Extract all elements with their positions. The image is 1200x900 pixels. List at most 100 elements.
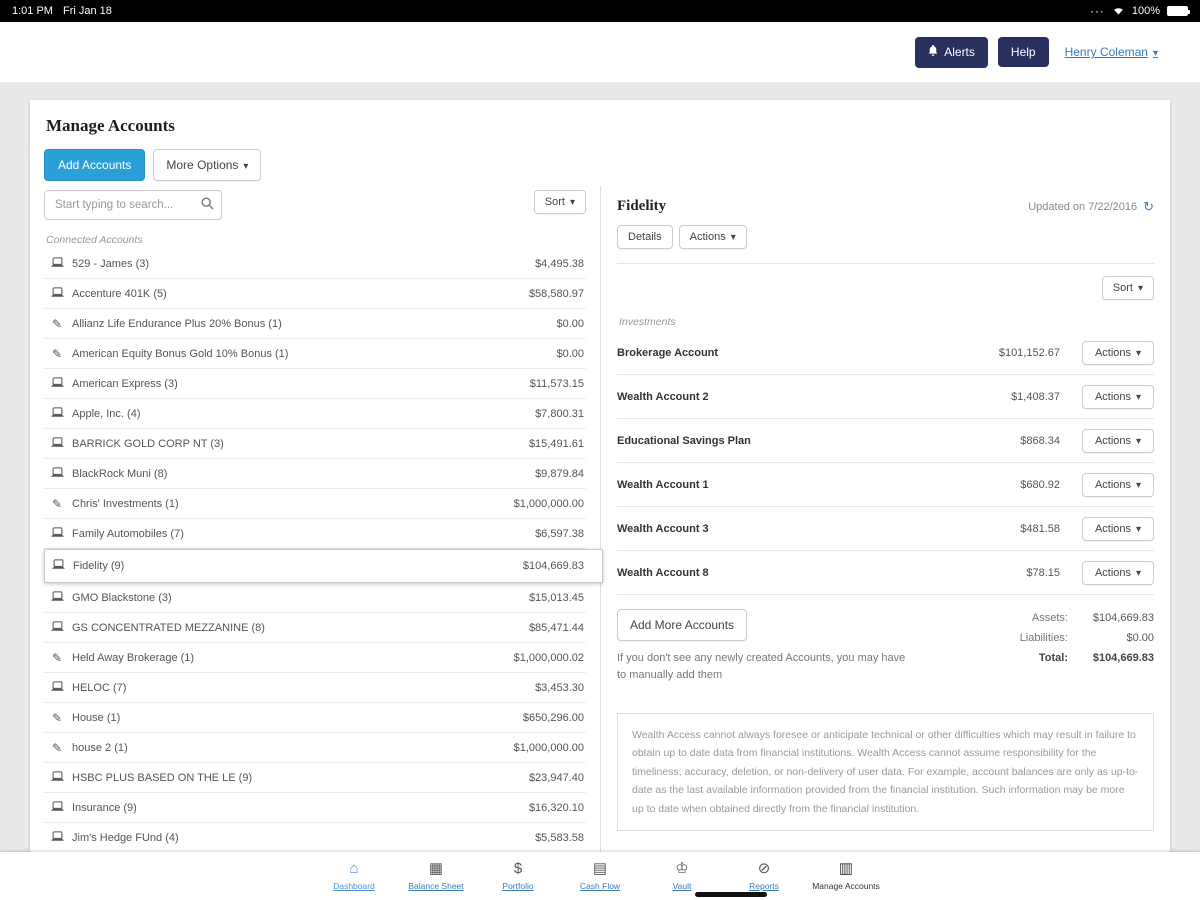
laptop-icon <box>51 559 66 573</box>
connected-accounts-label: Connected Accounts <box>46 234 586 246</box>
top-nav: Alerts Help Henry Coleman <box>0 22 1200 82</box>
footer-nav-item[interactable]: ♔ Vault <box>652 861 712 891</box>
search-input[interactable] <box>44 190 222 220</box>
caret-down-icon <box>1136 347 1141 359</box>
accounts-list: ✎ 529 - James (3) $4,495.38 ✎ <box>44 249 586 852</box>
add-more-accounts-button[interactable]: Add More Accounts <box>617 609 747 641</box>
account-balance: $58,580.97 <box>529 288 584 300</box>
investment-row: Brokerage Account $101,152.67 Actions <box>617 331 1154 375</box>
account-list-item[interactable]: ✎ Apple, Inc. (4) $7,800.31 <box>44 399 586 429</box>
accounts-sort-button[interactable]: Sort <box>534 190 586 214</box>
investment-actions-button[interactable]: Actions <box>1082 429 1154 453</box>
assets-label: Assets: <box>1032 612 1068 624</box>
battery-icon <box>1167 6 1188 16</box>
account-name: 529 - James (3) <box>72 258 535 270</box>
footer-nav-item[interactable]: ▥ Manage Accounts <box>816 861 876 891</box>
footer-nav-item[interactable]: ⌂ Dashboard <box>324 861 384 891</box>
account-list-item[interactable]: ✎ American Express (3) $11,573.15 <box>44 369 586 399</box>
more-options-button[interactable]: More Options <box>153 149 261 181</box>
footer-nav-label: Manage Accounts <box>812 881 880 891</box>
account-list-item[interactable]: ✎ GMO Blackstone (3) $15,013.45 <box>44 583 586 613</box>
investment-actions-button[interactable]: Actions <box>1082 561 1154 585</box>
footer-nav-label: Dashboard <box>333 881 375 891</box>
account-name: Insurance (9) <box>72 802 529 814</box>
account-list-item[interactable]: ✎ American Equity Bonus Gold 10% Bonus (… <box>44 339 586 369</box>
account-list-item[interactable]: ✎ Insurance (9) $16,320.10 <box>44 793 586 823</box>
caret-down-icon <box>243 158 248 172</box>
balance-sheet-icon: ▦ <box>429 861 443 878</box>
investment-row: Wealth Account 2 $1,408.37 Actions <box>617 375 1154 419</box>
help-label: Help <box>1011 45 1036 59</box>
page-title: Manage Accounts <box>30 100 1170 136</box>
footer-nav-item[interactable]: ▤ Cash Flow <box>570 861 630 891</box>
account-balance: $3,453.30 <box>535 682 584 694</box>
investments-sort-button[interactable]: Sort <box>1102 276 1154 300</box>
vault-icon: ♔ <box>675 861 688 878</box>
caret-down-icon <box>731 231 736 243</box>
laptop-icon <box>50 527 65 541</box>
account-list-item[interactable]: ✎ HELOC (7) $3,453.30 <box>44 673 586 703</box>
account-list-item[interactable]: ✎ Family Automobiles (7) $6,597.38 <box>44 519 586 549</box>
account-list-item[interactable]: ✎ BARRICK GOLD CORP NT (3) $15,491.61 <box>44 429 586 459</box>
laptop-icon <box>50 621 65 635</box>
assets-line: Assets:$104,669.83 <box>1020 609 1154 629</box>
laptop-icon <box>50 831 65 845</box>
account-balance: $6,597.38 <box>535 528 584 540</box>
account-list-item[interactable]: ✎ HSBC PLUS BASED ON THE LE (9) $23,947.… <box>44 763 586 793</box>
footer-nav-item[interactable]: ▦ Balance Sheet <box>406 861 466 891</box>
liabilities-value: $0.00 <box>1076 629 1154 649</box>
actions-label: Actions <box>1095 391 1131 403</box>
investment-actions-button[interactable]: Actions <box>1082 517 1154 541</box>
accounts-list-panel: Sort Connected Accounts ✎ <box>30 186 600 852</box>
search-icon[interactable] <box>201 197 214 215</box>
account-balance: $7,800.31 <box>535 408 584 420</box>
laptop-icon <box>50 257 65 271</box>
footer-nav-item[interactable]: ⊘ Reports <box>734 861 794 891</box>
investment-actions-button[interactable]: Actions <box>1082 385 1154 409</box>
alerts-button[interactable]: Alerts <box>915 37 988 68</box>
account-list-item[interactable]: ✎ Allianz Life Endurance Plus 20% Bonus … <box>44 309 586 339</box>
pencil-icon: ✎ <box>52 347 62 361</box>
investment-row: Wealth Account 8 $78.15 Actions <box>617 551 1154 595</box>
account-name: GMO Blackstone (3) <box>72 592 529 604</box>
total-label: Total: <box>1039 652 1068 664</box>
refresh-icon[interactable] <box>1143 199 1154 215</box>
disclaimer-text: Wealth Access cannot always foresee or a… <box>617 713 1154 831</box>
account-list-item[interactable]: ✎ Chris' Investments (1) $1,000,000.00 <box>44 489 586 519</box>
caret-down-icon <box>1136 435 1141 447</box>
help-button[interactable]: Help <box>998 37 1049 67</box>
details-button[interactable]: Details <box>617 225 673 249</box>
detail-actions-button[interactable]: Actions <box>679 225 747 249</box>
manage-accounts-icon: ▥ <box>839 861 853 878</box>
investment-actions-button[interactable]: Actions <box>1082 341 1154 365</box>
account-list-item[interactable]: ✎ BlackRock Muni (8) $9,879.84 <box>44 459 586 489</box>
account-name: Fidelity (9) <box>73 560 523 572</box>
account-balance: $5,583.58 <box>535 832 584 844</box>
caret-down-icon <box>1153 45 1158 59</box>
account-list-item[interactable]: ✎ Accenture 401K (5) $58,580.97 <box>44 279 586 309</box>
pencil-icon: ✎ <box>52 317 62 331</box>
account-name: Jim's Hedge FUnd (4) <box>72 832 535 844</box>
add-accounts-button[interactable]: Add Accounts <box>44 149 145 181</box>
account-list-item[interactable]: ✎ Held Away Brokerage (1) $1,000,000.02 <box>44 643 586 673</box>
account-list-item[interactable]: ✎ House (1) $650,296.00 <box>44 703 586 733</box>
account-name: Held Away Brokerage (1) <box>72 652 514 664</box>
status-bar: 1:01 PM Fri Jan 18 ··· 100% <box>0 0 1200 22</box>
account-list-item[interactable]: ✎ Jim's Hedge FUnd (4) $5,583.58 <box>44 823 586 852</box>
manage-accounts-panel: Manage Accounts Add Accounts More Option… <box>30 100 1170 852</box>
user-menu-link[interactable]: Henry Coleman <box>1065 45 1158 59</box>
account-list-item[interactable]: ✎ GS CONCENTRATED MEZZANINE (8) $85,471.… <box>44 613 586 643</box>
investment-actions-button[interactable]: Actions <box>1082 473 1154 497</box>
account-balance: $15,013.45 <box>529 592 584 604</box>
footer-nav-item[interactable]: $ Portfolio <box>488 861 548 891</box>
reports-icon: ⊘ <box>758 861 771 878</box>
laptop-icon <box>50 467 65 481</box>
account-balance: $104,669.83 <box>523 560 584 572</box>
account-list-item[interactable]: ✎ house 2 (1) $1,000,000.00 <box>44 733 586 763</box>
investments-list: Brokerage Account $101,152.67 Actions We… <box>617 331 1154 595</box>
account-name: BlackRock Muni (8) <box>72 468 535 480</box>
account-list-item[interactable]: ✎ Fidelity (9) $104,669.83 <box>44 549 603 583</box>
account-balance: $85,471.44 <box>529 622 584 634</box>
account-list-item[interactable]: ✎ 529 - James (3) $4,495.38 <box>44 249 586 279</box>
investment-row: Wealth Account 1 $680.92 Actions <box>617 463 1154 507</box>
